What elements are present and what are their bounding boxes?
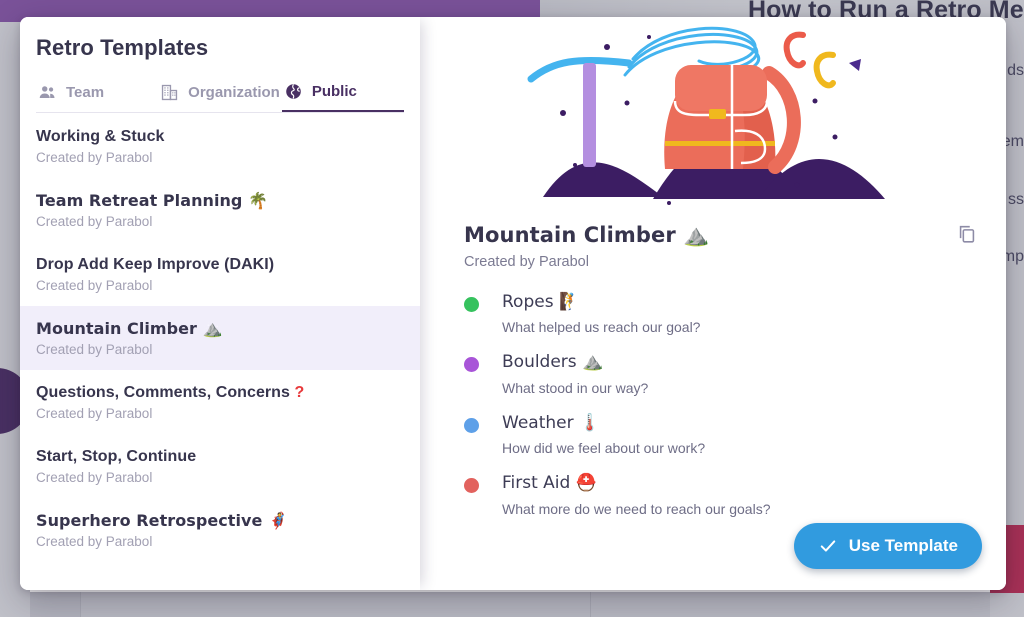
background-clipped-word: ds <box>1007 62 1024 79</box>
tab-organization-label: Organization <box>188 84 280 101</box>
template-name: Drop Add Keep Improve (DAKI) <box>36 256 275 273</box>
template-name: Working & Stuck <box>36 128 165 145</box>
background-bottom-panels <box>30 592 990 617</box>
prompt-item: First Aid ⛑️ What more do we need to reac… <box>464 473 962 517</box>
background-panel-cell <box>80 592 590 617</box>
template-author: Created by Parabol <box>36 406 153 421</box>
template-illustration <box>420 17 1006 213</box>
template-scope-tabs: Team Organization Public <box>36 76 405 113</box>
template-author: Created by Parabol <box>36 470 153 485</box>
tab-team[interactable]: Team <box>36 76 158 112</box>
template-author: Created by Parabol <box>36 534 153 549</box>
tab-organization[interactable]: Organization <box>158 76 282 112</box>
use-template-label: Use Template <box>848 536 958 555</box>
tab-public-label: Public <box>311 83 357 100</box>
prompt-question: What more do we need to reach our goals? <box>502 500 771 517</box>
prompt-label: Ropes 🧗 <box>502 292 581 312</box>
background-panel-cell <box>590 592 990 617</box>
check-icon <box>818 536 838 556</box>
retro-templates-modal: Retro Templates Team Organization Public… <box>20 17 1006 590</box>
people-icon <box>38 83 57 102</box>
template-detail-title: Mountain Climber ⛰️ <box>464 223 710 247</box>
template-detail-panel: Mountain Climber ⛰️ Created by Parabol R… <box>420 17 1006 590</box>
template-list-header: Retro Templates Team Organization Public <box>20 17 420 113</box>
prompt-color-dot <box>464 478 479 494</box>
prompt-question: What helped us reach our goal? <box>502 319 701 336</box>
template-prompt-list: Ropes 🧗 What helped us reach our goal? Bou… <box>464 292 962 517</box>
template-author: Created by Parabol <box>36 342 153 357</box>
template-author: Created by Parabol <box>36 214 153 229</box>
list-item[interactable]: Start, Stop, Continue Created by Parabol <box>20 434 420 498</box>
use-template-button[interactable]: Use Template <box>793 523 982 569</box>
list-item[interactable]: Superhero Retrospective 🦸 Created by Para… <box>20 498 420 562</box>
prompt-color-dot <box>464 357 479 373</box>
prompt-label: Boulders ⛰️ <box>502 352 604 373</box>
template-name: Superhero Retrospective 🦸 <box>36 511 288 530</box>
list-item[interactable]: Drop Add Keep Improve (DAKI) Created by P… <box>20 242 420 306</box>
prompt-color-dot <box>464 417 479 433</box>
building-icon <box>160 83 179 102</box>
prompt-item: Weather 🌡️ How did we feel about our work… <box>464 413 962 456</box>
template-name: Mountain Climber ⛰️ <box>36 319 223 338</box>
list-item[interactable]: Mountain Climber ⛰️ Created by Parabol <box>20 306 420 370</box>
list-item[interactable]: Working & Stuck Created by Parabol <box>20 114 420 178</box>
template-name: Questions, Comments, Concerns ? <box>36 384 305 401</box>
tab-team-label: Team <box>66 84 105 101</box>
prompt-label: Weather 🌡️ <box>502 412 601 433</box>
background-clipped-word: ss <box>1008 191 1024 208</box>
list-item[interactable]: Team Retreat Planning 🌴 Created by Parabo… <box>20 178 420 242</box>
question-mark-icon: ? <box>294 384 305 401</box>
template-detail-author: Created by Parabol <box>464 254 589 270</box>
template-name: Team Retreat Planning 🌴 <box>36 191 269 210</box>
copy-icon[interactable] <box>952 219 982 249</box>
template-name: Start, Stop, Continue <box>36 448 197 465</box>
prompt-color-dot <box>464 297 479 312</box>
template-author: Created by Parabol <box>36 278 153 293</box>
prompt-item: Ropes 🧗 What helped us reach our goal? <box>464 292 962 335</box>
prompt-label: First Aid ⛑️ <box>502 473 597 494</box>
prompt-question: How did we feel about our work? <box>502 440 706 457</box>
tab-public[interactable]: Public <box>281 76 405 112</box>
list-item[interactable]: Questions, Comments, Concerns ? Created b… <box>20 370 420 434</box>
prompt-question: What stood in our way? <box>502 379 649 396</box>
prompt-item: Boulders ⛰️ What stood in our way? <box>464 352 962 396</box>
template-list-panel: Retro Templates Team Organization Public… <box>20 17 420 590</box>
template-list[interactable]: Working & Stuck Created by Parabol Team Re… <box>20 113 420 590</box>
template-author: Created by Parabol <box>36 150 153 165</box>
page-title: Retro Templates <box>36 35 209 60</box>
globe-icon <box>284 82 303 101</box>
